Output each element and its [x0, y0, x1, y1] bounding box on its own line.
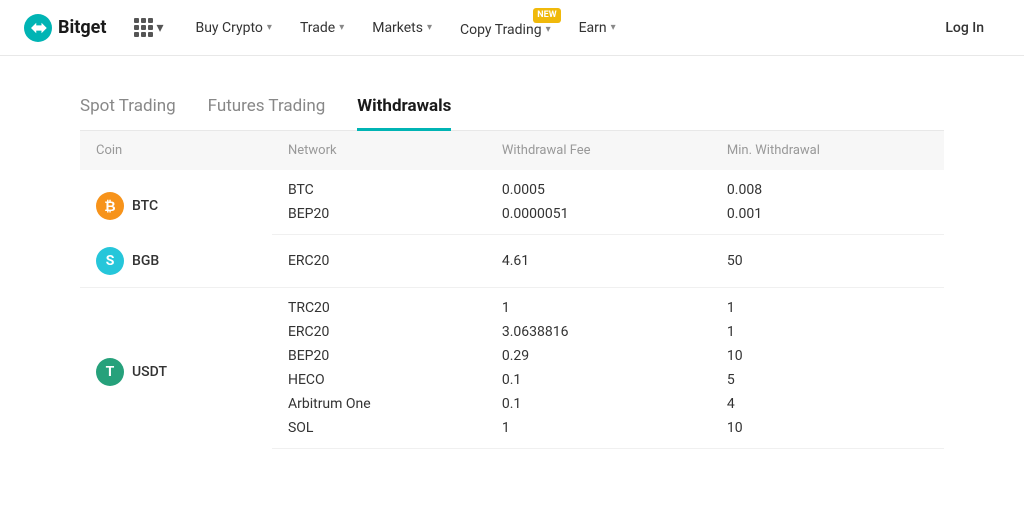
grid-chevron-icon: ▾ — [156, 20, 163, 36]
col-header-fee: Withdrawal Fee — [486, 131, 711, 170]
table-row: TUSDTTRC2011 — [80, 287, 944, 320]
nav-item-buy-crypto[interactable]: Buy Crypto ▾ — [183, 0, 283, 55]
network-cell: HECO — [272, 368, 486, 392]
logo-icon — [24, 14, 52, 42]
network-cell: TRC20 — [272, 287, 486, 320]
btc-icon: ₿ — [96, 192, 124, 220]
table-header-row: Coin Network Withdrawal Fee Min. Withdra… — [80, 131, 944, 170]
fee-cell: 0.29 — [486, 344, 711, 368]
fee-cell: 0.0005 — [486, 170, 711, 202]
min-withdrawal-cell: 1 — [711, 320, 944, 344]
min-withdrawal-cell: 1 — [711, 287, 944, 320]
min-withdrawal-cell: 0.008 — [711, 170, 944, 202]
trade-chevron-icon: ▾ — [339, 22, 344, 33]
fee-cell: 4.61 — [486, 235, 711, 288]
nav-label-buy-crypto: Buy Crypto — [195, 20, 262, 36]
buy-crypto-chevron-icon: ▾ — [267, 22, 272, 33]
navbar: Bitget ▾ Buy Crypto ▾ Trade ▾ Markets ▾ … — [0, 0, 1024, 56]
logo-text: Bitget — [58, 17, 106, 38]
fee-cell: 0.1 — [486, 368, 711, 392]
nav-item-copy-trading[interactable]: Copy Trading NEW ▾ — [448, 0, 563, 55]
nav-label-copy-trading: Copy Trading — [460, 22, 542, 38]
min-withdrawal-cell: 10 — [711, 416, 944, 449]
table-body: ₿BTCBTC0.00050.008BEP200.00000510.001SBG… — [80, 170, 944, 448]
fee-cell: 1 — [486, 416, 711, 449]
network-cell: ERC20 — [272, 320, 486, 344]
tab-futures-trading[interactable]: Futures Trading — [208, 88, 326, 131]
withdrawals-table: Coin Network Withdrawal Fee Min. Withdra… — [80, 131, 944, 449]
login-button[interactable]: Log In — [929, 14, 1000, 42]
apps-grid-button[interactable]: ▾ — [126, 14, 171, 41]
logo[interactable]: Bitget — [24, 14, 106, 42]
btc-name: BTC — [132, 198, 158, 214]
nav-label-earn: Earn — [579, 20, 607, 36]
network-cell: BTC — [272, 170, 486, 202]
earn-chevron-icon: ▾ — [611, 22, 616, 33]
fee-cell: 1 — [486, 287, 711, 320]
bgb-icon: S — [96, 247, 124, 275]
tab-withdrawals[interactable]: Withdrawals — [357, 88, 451, 131]
min-withdrawal-cell: 0.001 — [711, 202, 944, 235]
col-header-network: Network — [272, 131, 486, 170]
nav-label-trade: Trade — [300, 20, 335, 36]
usdt-name: USDT — [132, 364, 167, 380]
grid-icon — [134, 18, 153, 37]
network-cell: Arbitrum One — [272, 392, 486, 416]
bgb-name: BGB — [132, 253, 159, 269]
coin-cell: T USDT — [80, 287, 272, 448]
table-row: ₿BTCBTC0.00050.008 — [80, 170, 944, 202]
tabs-container: Spot Trading Futures Trading Withdrawals — [80, 88, 944, 131]
usdt-icon: T — [96, 358, 124, 386]
main-content: Spot Trading Futures Trading Withdrawals… — [0, 56, 1024, 481]
nav-item-earn[interactable]: Earn ▾ — [567, 0, 628, 55]
network-cell: BEP20 — [272, 344, 486, 368]
network-cell: BEP20 — [272, 202, 486, 235]
fee-cell: 0.1 — [486, 392, 711, 416]
nav-item-trade[interactable]: Trade ▾ — [288, 0, 356, 55]
table-row: S BGB ERC204.6150 — [80, 235, 944, 288]
min-withdrawal-cell: 50 — [711, 235, 944, 288]
fee-cell: 3.0638816 — [486, 320, 711, 344]
coin-cell: S BGB — [80, 235, 272, 288]
tab-spot-trading[interactable]: Spot Trading — [80, 88, 176, 131]
coin-cell: ₿ BTC — [80, 170, 272, 235]
copy-trading-chevron-icon: ▾ — [546, 24, 551, 35]
network-cell: SOL — [272, 416, 486, 449]
min-withdrawal-cell: 4 — [711, 392, 944, 416]
nav-label-markets: Markets — [372, 20, 423, 36]
min-withdrawal-cell: 10 — [711, 344, 944, 368]
markets-chevron-icon: ▾ — [427, 22, 432, 33]
min-withdrawal-cell: 5 — [711, 368, 944, 392]
new-badge: NEW — [533, 8, 560, 23]
withdrawals-table-container: Coin Network Withdrawal Fee Min. Withdra… — [80, 131, 944, 449]
col-header-min: Min. Withdrawal — [711, 131, 944, 170]
nav-item-markets[interactable]: Markets ▾ — [360, 0, 444, 55]
network-cell: ERC20 — [272, 235, 486, 288]
col-header-coin: Coin — [80, 131, 272, 170]
fee-cell: 0.0000051 — [486, 202, 711, 235]
